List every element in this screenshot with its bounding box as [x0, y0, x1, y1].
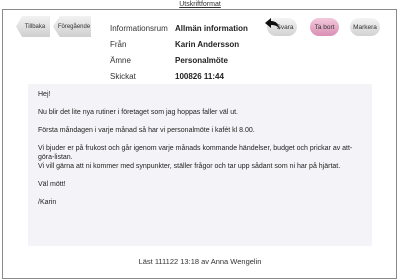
back-button[interactable]: Tillbaka — [16, 16, 50, 37]
meta-value: Personalmöte — [175, 55, 228, 65]
print-format-link[interactable]: Utskriftformat — [0, 1, 400, 8]
meta-label: Informationsrum — [110, 23, 168, 33]
mark-button[interactable]: Markera — [350, 18, 380, 36]
message-paragraph: Nu blir det lite nya rutiner i företaget… — [38, 109, 238, 116]
meta-row-subject: Ämne Personalmöte — [110, 52, 248, 68]
delete-button[interactable]: Ta bort — [310, 18, 339, 36]
mark-button-label: Markera — [353, 23, 377, 31]
message-meta: Informationsrum Allmän information Från … — [110, 20, 248, 84]
previous-button-label: Föregående — [57, 23, 91, 30]
message-body: Hej! Nu blir det lite nya rutiner i före… — [28, 84, 372, 246]
meta-value: Karin Andersson — [175, 39, 240, 49]
message-paragraph: Väl mött! — [38, 181, 66, 188]
reply-button[interactable]: Svara — [265, 18, 297, 36]
delete-button-label: Ta bort — [314, 23, 335, 31]
meta-label: Skickat — [110, 71, 136, 81]
message-signature: /Karin — [38, 199, 57, 206]
meta-label: Ämne — [110, 55, 131, 65]
meta-value: Allmän information — [175, 23, 248, 33]
reply-button-label: Svara — [276, 23, 294, 31]
meta-value: 100826 11:44 — [175, 71, 224, 81]
meta-row-from: Från Karin Andersson — [110, 36, 248, 52]
message-paragraph: Första måndagen i varje månad så har vi … — [38, 127, 255, 134]
read-receipt: Läst 111122 13:18 av Anna Wengelin — [138, 257, 262, 266]
meta-row-sent: Skickat 100826 11:44 — [110, 68, 248, 84]
meta-row-room: Informationsrum Allmän information — [110, 20, 248, 36]
message-paragraph: Vi bjuder er på frukost och går igenom v… — [38, 145, 353, 170]
back-button-label: Tillbaka — [24, 23, 46, 30]
meta-label: Från — [110, 39, 127, 49]
previous-button[interactable]: Föregående — [53, 16, 91, 37]
message-paragraph: Hej! — [38, 91, 51, 98]
